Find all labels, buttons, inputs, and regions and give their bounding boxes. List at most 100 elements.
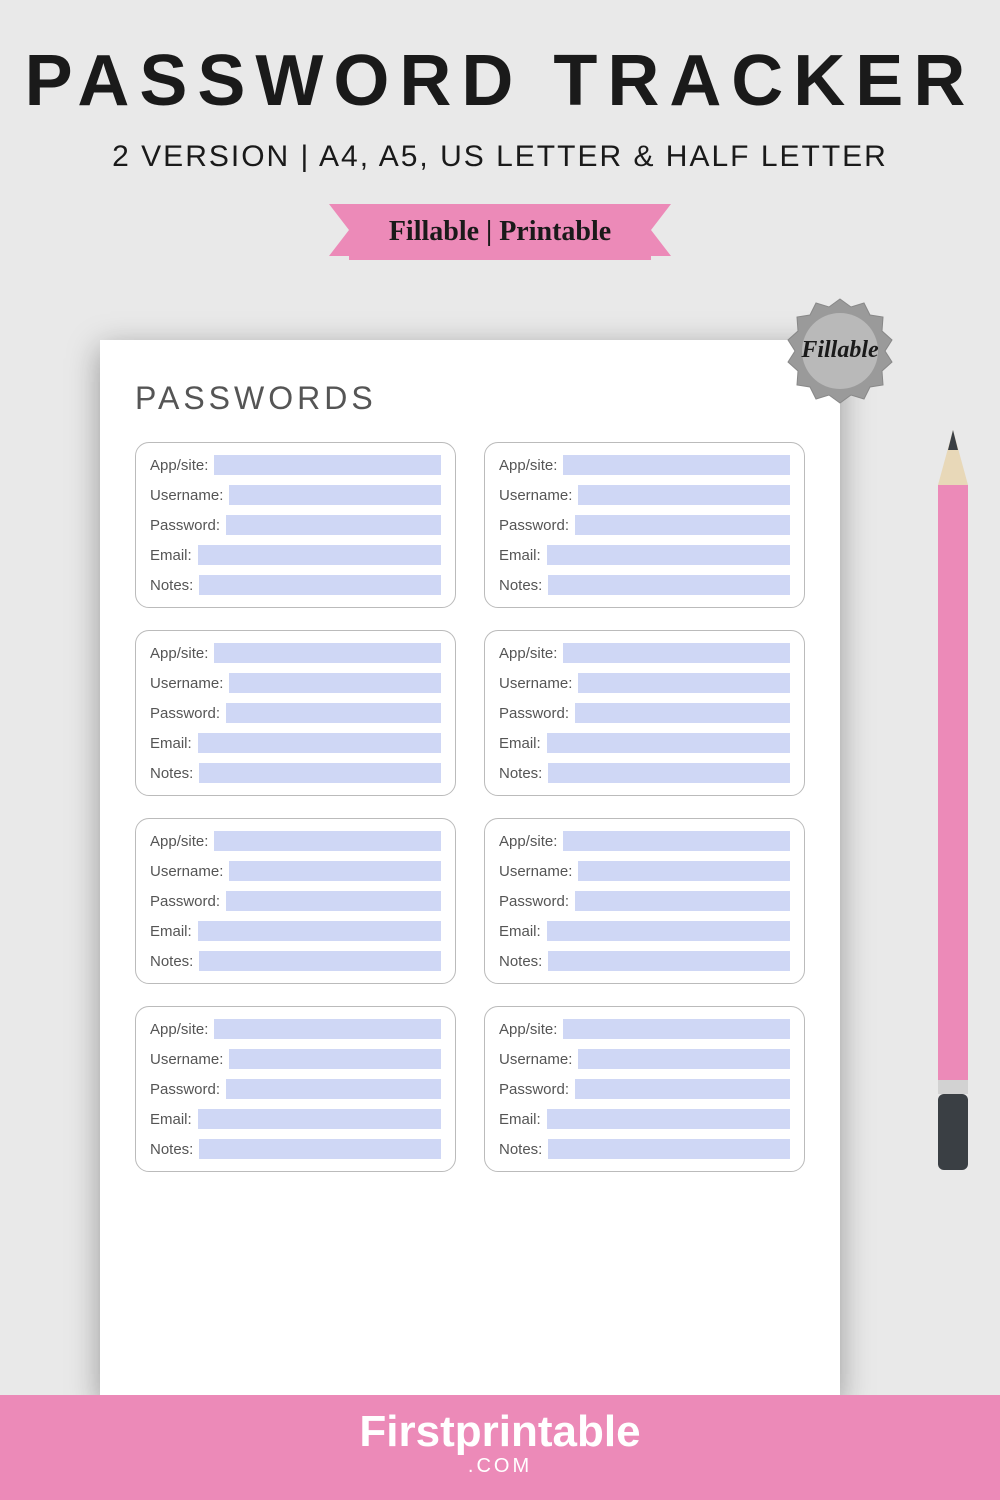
password-label: Password: — [150, 517, 220, 534]
notes-field[interactable] — [199, 575, 441, 595]
ribbon-text: Fillable | Printable — [389, 216, 611, 247]
field-row: Email: — [499, 1109, 790, 1129]
appsite-field[interactable] — [563, 1019, 790, 1039]
email-field[interactable] — [547, 1109, 790, 1129]
password-card: App/site:Username:Password:Email:Notes: — [135, 442, 456, 608]
username-field[interactable] — [578, 673, 790, 693]
field-row: Username: — [499, 485, 790, 505]
field-row: Password: — [150, 891, 441, 911]
field-row: Username: — [150, 1049, 441, 1069]
appsite-field[interactable] — [563, 643, 790, 663]
field-row: Username: — [150, 673, 441, 693]
field-row: Notes: — [150, 1139, 441, 1159]
field-row: Password: — [499, 1079, 790, 1099]
field-row: App/site: — [499, 643, 790, 663]
page-heading: PASSWORDS — [135, 380, 805, 417]
username-label: Username: — [499, 675, 572, 692]
username-label: Username: — [150, 1051, 223, 1068]
email-field[interactable] — [547, 921, 790, 941]
field-row: App/site: — [150, 1019, 441, 1039]
main-title: PASSWORD TRACKER — [0, 40, 1000, 122]
header: PASSWORD TRACKER 2 VERSION | A4, A5, US … — [0, 0, 1000, 260]
notes-label: Notes: — [150, 1141, 193, 1158]
username-field[interactable] — [229, 1049, 441, 1069]
field-row: Username: — [499, 673, 790, 693]
password-field[interactable] — [226, 1079, 441, 1099]
email-field[interactable] — [198, 733, 441, 753]
email-label: Email: — [150, 547, 192, 564]
password-field[interactable] — [575, 891, 790, 911]
appsite-label: App/site: — [499, 645, 557, 662]
username-label: Username: — [150, 863, 223, 880]
username-field[interactable] — [229, 861, 441, 881]
password-label: Password: — [499, 705, 569, 722]
appsite-label: App/site: — [499, 833, 557, 850]
username-label: Username: — [499, 1051, 572, 1068]
field-row: Notes: — [499, 763, 790, 783]
appsite-field[interactable] — [214, 1019, 441, 1039]
notes-field[interactable] — [199, 1139, 441, 1159]
password-label: Password: — [150, 1081, 220, 1098]
field-row: Notes: — [499, 951, 790, 971]
email-label: Email: — [150, 735, 192, 752]
pencil-icon — [934, 430, 972, 1170]
username-field[interactable] — [578, 485, 790, 505]
notes-field[interactable] — [548, 1139, 790, 1159]
appsite-field[interactable] — [214, 831, 441, 851]
notes-field[interactable] — [199, 763, 441, 783]
username-label: Username: — [499, 487, 572, 504]
field-row: Notes: — [499, 1139, 790, 1159]
field-row: Username: — [150, 485, 441, 505]
field-row: Notes: — [499, 575, 790, 595]
field-row: Password: — [150, 515, 441, 535]
appsite-field[interactable] — [214, 455, 441, 475]
field-row: Password: — [150, 703, 441, 723]
password-field[interactable] — [226, 515, 441, 535]
appsite-label: App/site: — [499, 457, 557, 474]
field-row: Notes: — [150, 951, 441, 971]
password-field[interactable] — [575, 1079, 790, 1099]
field-row: Email: — [499, 545, 790, 565]
password-card: App/site:Username:Password:Email:Notes: — [484, 442, 805, 608]
field-row: App/site: — [150, 455, 441, 475]
field-row: Email: — [499, 921, 790, 941]
notes-field[interactable] — [548, 575, 790, 595]
password-card: App/site: Username: Password: Email: Notes: — [135, 1006, 456, 1172]
appsite-field[interactable] — [563, 455, 790, 475]
password-field[interactable] — [575, 515, 790, 535]
cards-grid: App/site:Username:Password:Email:Notes:A… — [135, 442, 805, 1172]
password-label: Password: — [150, 705, 220, 722]
notes-field[interactable] — [548, 763, 790, 783]
password-card: App/site:Username:Password:Email:Notes: — [484, 818, 805, 984]
email-field[interactable] — [198, 1109, 441, 1129]
password-field[interactable] — [226, 891, 441, 911]
appsite-label: App/site: — [499, 1021, 557, 1038]
appsite-field[interactable] — [214, 643, 441, 663]
email-field[interactable] — [547, 733, 790, 753]
notes-field[interactable] — [548, 951, 790, 971]
username-label: Username: — [150, 675, 223, 692]
username-field[interactable] — [578, 861, 790, 881]
password-field[interactable] — [226, 703, 441, 723]
notes-field[interactable] — [199, 951, 441, 971]
field-row: App/site: — [499, 455, 790, 475]
appsite-field[interactable] — [563, 831, 790, 851]
username-field[interactable] — [229, 673, 441, 693]
badge-text: Fillable — [785, 295, 895, 405]
username-field[interactable] — [578, 1049, 790, 1069]
email-label: Email: — [150, 1111, 192, 1128]
password-card: App/site:Username:Password:Email:Notes: — [135, 630, 456, 796]
ribbon-tag: Fillable | Printable — [349, 204, 651, 260]
password-card: App/site: Username: Password: Email: Notes: — [484, 1006, 805, 1172]
email-field[interactable] — [198, 545, 441, 565]
appsite-label: App/site: — [150, 1021, 208, 1038]
fillable-badge: Fillable — [785, 295, 895, 405]
field-row: App/site: — [499, 831, 790, 851]
username-field[interactable] — [229, 485, 441, 505]
field-row: Username: — [499, 861, 790, 881]
field-row: Password: — [150, 1079, 441, 1099]
email-field[interactable] — [547, 545, 790, 565]
email-field[interactable] — [198, 921, 441, 941]
password-field[interactable] — [575, 703, 790, 723]
field-row: App/site: — [150, 831, 441, 851]
